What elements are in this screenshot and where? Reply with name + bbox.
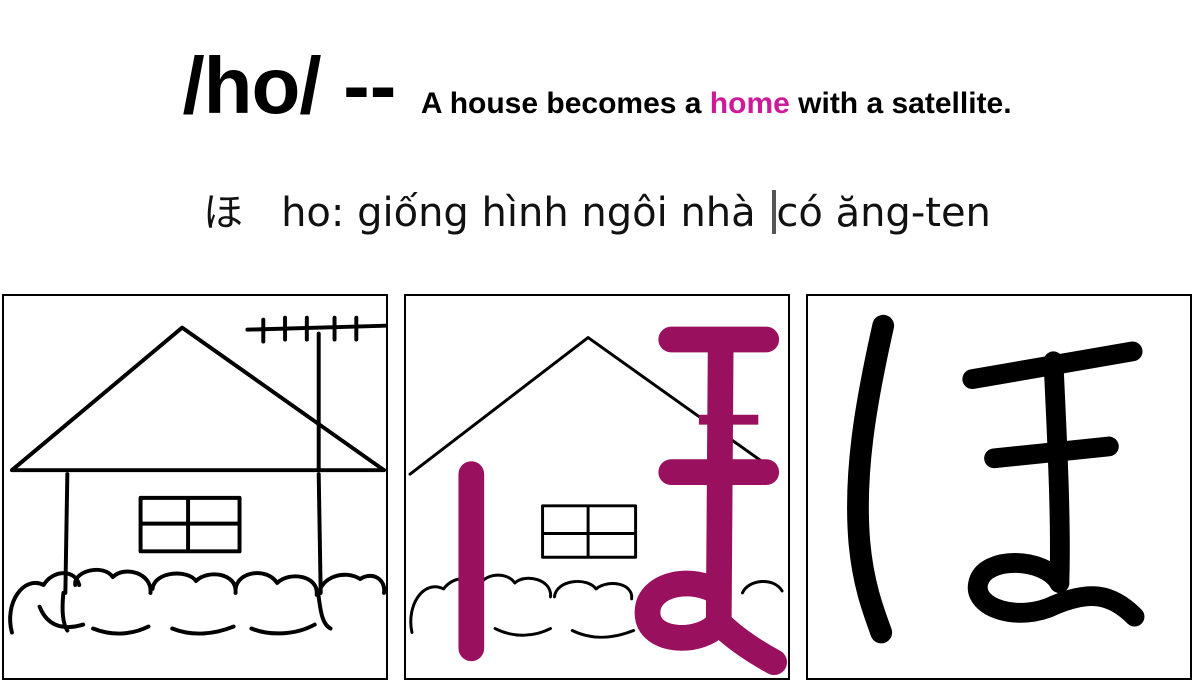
title-separator: -- bbox=[343, 41, 397, 130]
kana-character-panel bbox=[806, 294, 1192, 680]
subtitle-line: ほ ho: giống hình ngôi nhà có ăng-ten bbox=[0, 180, 1194, 238]
house-with-antenna-illustration bbox=[8, 315, 386, 636]
house-with-kana-overlay-illustration bbox=[408, 326, 788, 676]
subtitle-text-before: ho: giống hình ngôi nhà bbox=[281, 190, 769, 236]
mnemonic-highlight: home bbox=[709, 87, 790, 120]
slide: /ho/ -- A house becomes a home with a sa… bbox=[0, 0, 1194, 684]
subtitle-kana: ほ bbox=[203, 190, 244, 236]
title-line: /ho/ -- A house becomes a home with a sa… bbox=[0, 40, 1194, 132]
mnemonic-sentence: A house becomes a home with a satellite. bbox=[421, 87, 1012, 120]
house-kana-overlay-panel bbox=[404, 294, 790, 680]
mnemonic-before: A house becomes a bbox=[420, 87, 710, 120]
mnemonic-after: with a satellite. bbox=[789, 87, 1012, 120]
romaji-title: /ho/ bbox=[182, 41, 321, 130]
subtitle-text-after: có ăng-ten bbox=[776, 190, 991, 236]
kana-ho-glyph bbox=[847, 314, 1145, 644]
house-drawing-panel bbox=[2, 294, 388, 680]
